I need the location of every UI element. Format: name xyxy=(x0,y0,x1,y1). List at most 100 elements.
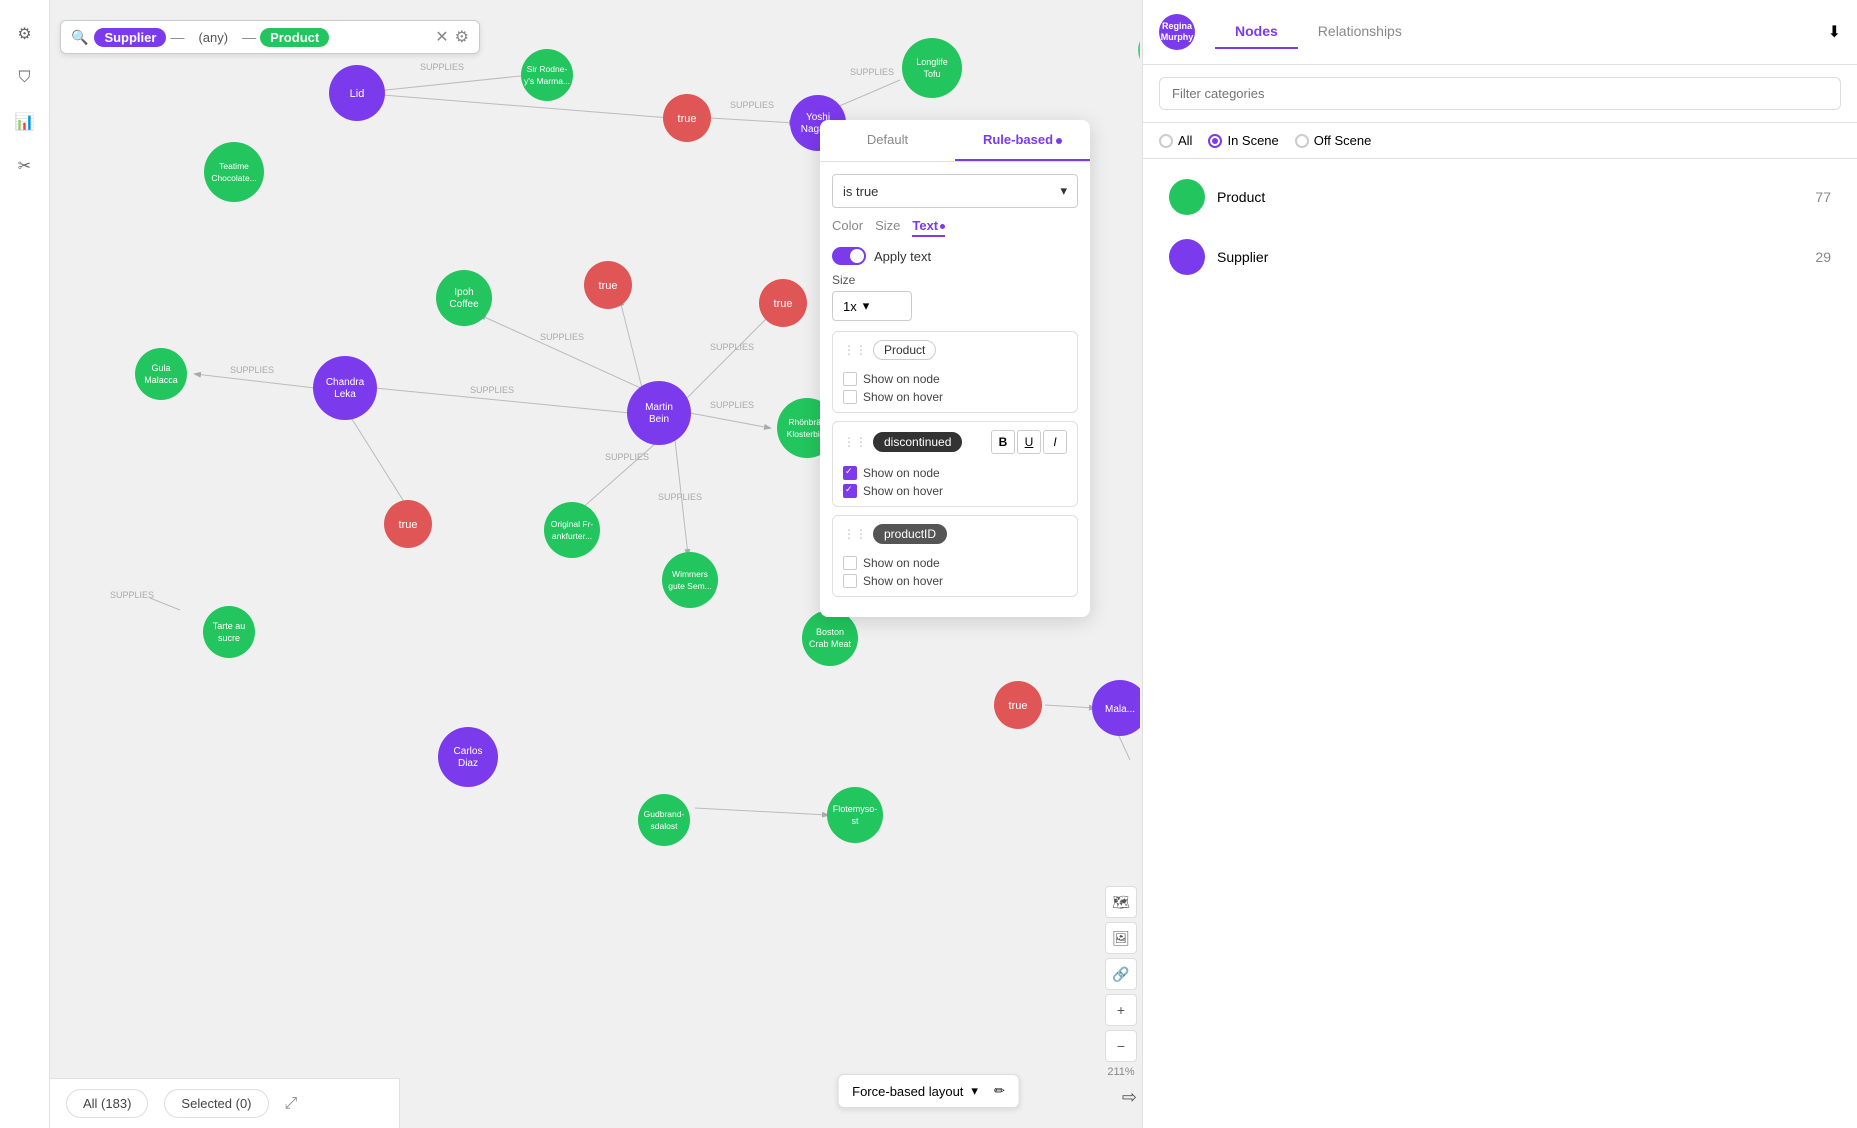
svg-text:SUPPLIES: SUPPLIES xyxy=(710,342,754,352)
show-on-node-check-1[interactable] xyxy=(843,372,857,386)
node-martin[interactable] xyxy=(627,381,691,445)
node-sir-rodney[interactable] xyxy=(521,49,573,101)
drag-handle-3[interactable]: ⋮⋮ xyxy=(843,527,867,541)
download-icon[interactable]: ⬇ xyxy=(1828,22,1841,42)
bold-button[interactable]: B xyxy=(991,430,1015,454)
product-pill[interactable]: Product xyxy=(260,28,329,47)
svg-text:SUPPLIES: SUPPLIES xyxy=(540,332,584,342)
svg-text:Tarte au: Tarte au xyxy=(213,621,246,631)
drag-handle-1[interactable]: ⋮⋮ xyxy=(843,343,867,357)
show-on-hover-check-1[interactable] xyxy=(843,390,857,404)
italic-button[interactable]: I xyxy=(1043,430,1067,454)
tab-nodes[interactable]: Nodes xyxy=(1215,15,1298,49)
filter-input[interactable] xyxy=(1159,77,1841,110)
size-label: Size xyxy=(832,273,1078,287)
tab-relationships[interactable]: Relationships xyxy=(1298,15,1422,49)
svg-text:SUPPLIES: SUPPLIES xyxy=(850,67,894,77)
layout-selector[interactable]: Force-based layout ▾ ✏ xyxy=(837,1074,1020,1108)
node-gula[interactable] xyxy=(135,348,187,400)
edit-icon[interactable]: ✏ xyxy=(994,1083,1005,1099)
arrow-separator: — xyxy=(170,29,184,45)
node-chandra[interactable] xyxy=(313,356,377,420)
filter-icon[interactable]: ⛉ xyxy=(11,64,39,92)
supplier-pill[interactable]: Supplier xyxy=(94,28,166,47)
show-on-hover-check-2[interactable] xyxy=(843,484,857,498)
node-carlos[interactable] xyxy=(438,727,498,787)
show-on-node-check-3[interactable] xyxy=(843,556,857,570)
svg-text:true: true xyxy=(1009,700,1028,712)
close-icon[interactable]: ✕ xyxy=(435,27,448,47)
svg-text:Mala...: Mala... xyxy=(1105,704,1135,715)
node-wimmers[interactable] xyxy=(662,552,718,608)
all-count[interactable]: All (183) xyxy=(66,1089,148,1118)
prop-tag-productid: productID xyxy=(873,524,947,544)
node-color-dot xyxy=(1169,179,1205,215)
show-on-hover-check-3[interactable] xyxy=(843,574,857,588)
settings-icon[interactable]: ⚙ xyxy=(11,20,39,48)
node-flotemyso[interactable] xyxy=(827,787,883,843)
list-item[interactable]: Supplier 29 xyxy=(1159,231,1841,283)
size-dropdown[interactable]: 1x ▾ xyxy=(832,291,912,321)
color-tab[interactable]: Color xyxy=(832,218,863,237)
zoom-in-icon[interactable]: + xyxy=(1105,994,1137,1026)
zoom-level: 211% xyxy=(1105,1066,1137,1078)
svg-text:Teatime: Teatime xyxy=(219,161,249,171)
underline-button[interactable]: U xyxy=(1017,430,1041,454)
svg-text:Malacca: Malacca xyxy=(144,375,178,385)
show-on-node-check-2[interactable] xyxy=(843,466,857,480)
svg-text:Flotemyso-: Flotemyso- xyxy=(833,804,878,814)
rule-based-tab[interactable]: Rule-based xyxy=(955,120,1090,161)
radio-in-scene[interactable]: In Scene xyxy=(1208,133,1278,148)
node-ipoh[interactable] xyxy=(436,270,492,326)
default-tab[interactable]: Default xyxy=(820,120,955,161)
node-boston[interactable] xyxy=(802,610,858,666)
svg-text:SUPPLIES: SUPPLIES xyxy=(110,590,154,600)
node-tarte[interactable] xyxy=(203,606,255,658)
prop-card-productid-body: Show on node Show on hover xyxy=(833,552,1077,596)
navigate-icon[interactable]: ⇨ xyxy=(1122,1087,1137,1108)
expand-icon[interactable]: ⤢ xyxy=(285,1095,298,1113)
list-item[interactable]: Product 77 xyxy=(1159,171,1841,223)
node-longlife[interactable] xyxy=(902,38,962,98)
prop-card-product-body: Show on node Show on hover xyxy=(833,368,1077,412)
text-tab[interactable]: Text xyxy=(912,218,945,237)
any-pill[interactable]: (any) xyxy=(188,28,238,47)
drag-handle-2[interactable]: ⋮⋮ xyxy=(843,435,867,449)
search-icon: 🔍 xyxy=(71,29,88,46)
svg-text:y's Marma...: y's Marma... xyxy=(524,76,570,86)
node-partial-topright[interactable] xyxy=(1138,28,1140,72)
search-settings-icon[interactable]: ⚙ xyxy=(455,27,469,47)
link-icon[interactable]: 🔗 xyxy=(1105,958,1137,990)
node-teatime[interactable] xyxy=(204,142,264,202)
svg-text:sdalost: sdalost xyxy=(651,821,679,831)
radio-in-scene-dot xyxy=(1208,134,1222,148)
scissors-icon[interactable]: ✂ xyxy=(11,152,39,180)
arrow-separator2: — xyxy=(242,29,256,45)
prop-card-productid-header: ⋮⋮ productID xyxy=(833,516,1077,552)
chevron-down-icon: ▾ xyxy=(971,1083,978,1099)
svg-text:Leka: Leka xyxy=(334,389,356,400)
size-tab[interactable]: Size xyxy=(875,218,900,237)
image-icon[interactable]: 🖼 xyxy=(1105,922,1137,954)
apply-text-toggle[interactable] xyxy=(832,247,866,265)
map-icon[interactable]: 🗺 xyxy=(1105,886,1137,918)
show-on-hover-label-3: Show on hover xyxy=(863,574,943,588)
node-gudbrand[interactable] xyxy=(638,794,690,846)
svg-text:Gudbrand-: Gudbrand- xyxy=(644,809,685,819)
show-on-node-label-2: Show on node xyxy=(863,466,940,480)
avatar[interactable]: ReginaMurphy xyxy=(1159,14,1195,50)
svg-text:st: st xyxy=(851,816,859,826)
prop-card-discontinued: ⋮⋮ discontinued B U I Show on node Show … xyxy=(832,421,1078,507)
condition-dropdown[interactable]: is true ▾ xyxy=(832,174,1078,208)
radio-all[interactable]: All xyxy=(1159,133,1192,148)
node-list: Product 77 Supplier 29 xyxy=(1143,159,1857,295)
radio-off-scene[interactable]: Off Scene xyxy=(1295,133,1372,148)
filter-categories-section xyxy=(1143,65,1857,123)
zoom-out-icon[interactable]: − xyxy=(1105,1030,1137,1062)
radio-off-scene-dot xyxy=(1295,134,1309,148)
prop-card-product-header: ⋮⋮ Product xyxy=(833,332,1077,368)
apply-text-label: Apply text xyxy=(874,249,931,264)
prop-card-product: ⋮⋮ Product Show on node Show on hover xyxy=(832,331,1078,413)
node-original[interactable] xyxy=(544,502,600,558)
chart-icon[interactable]: 📊 xyxy=(11,108,39,136)
